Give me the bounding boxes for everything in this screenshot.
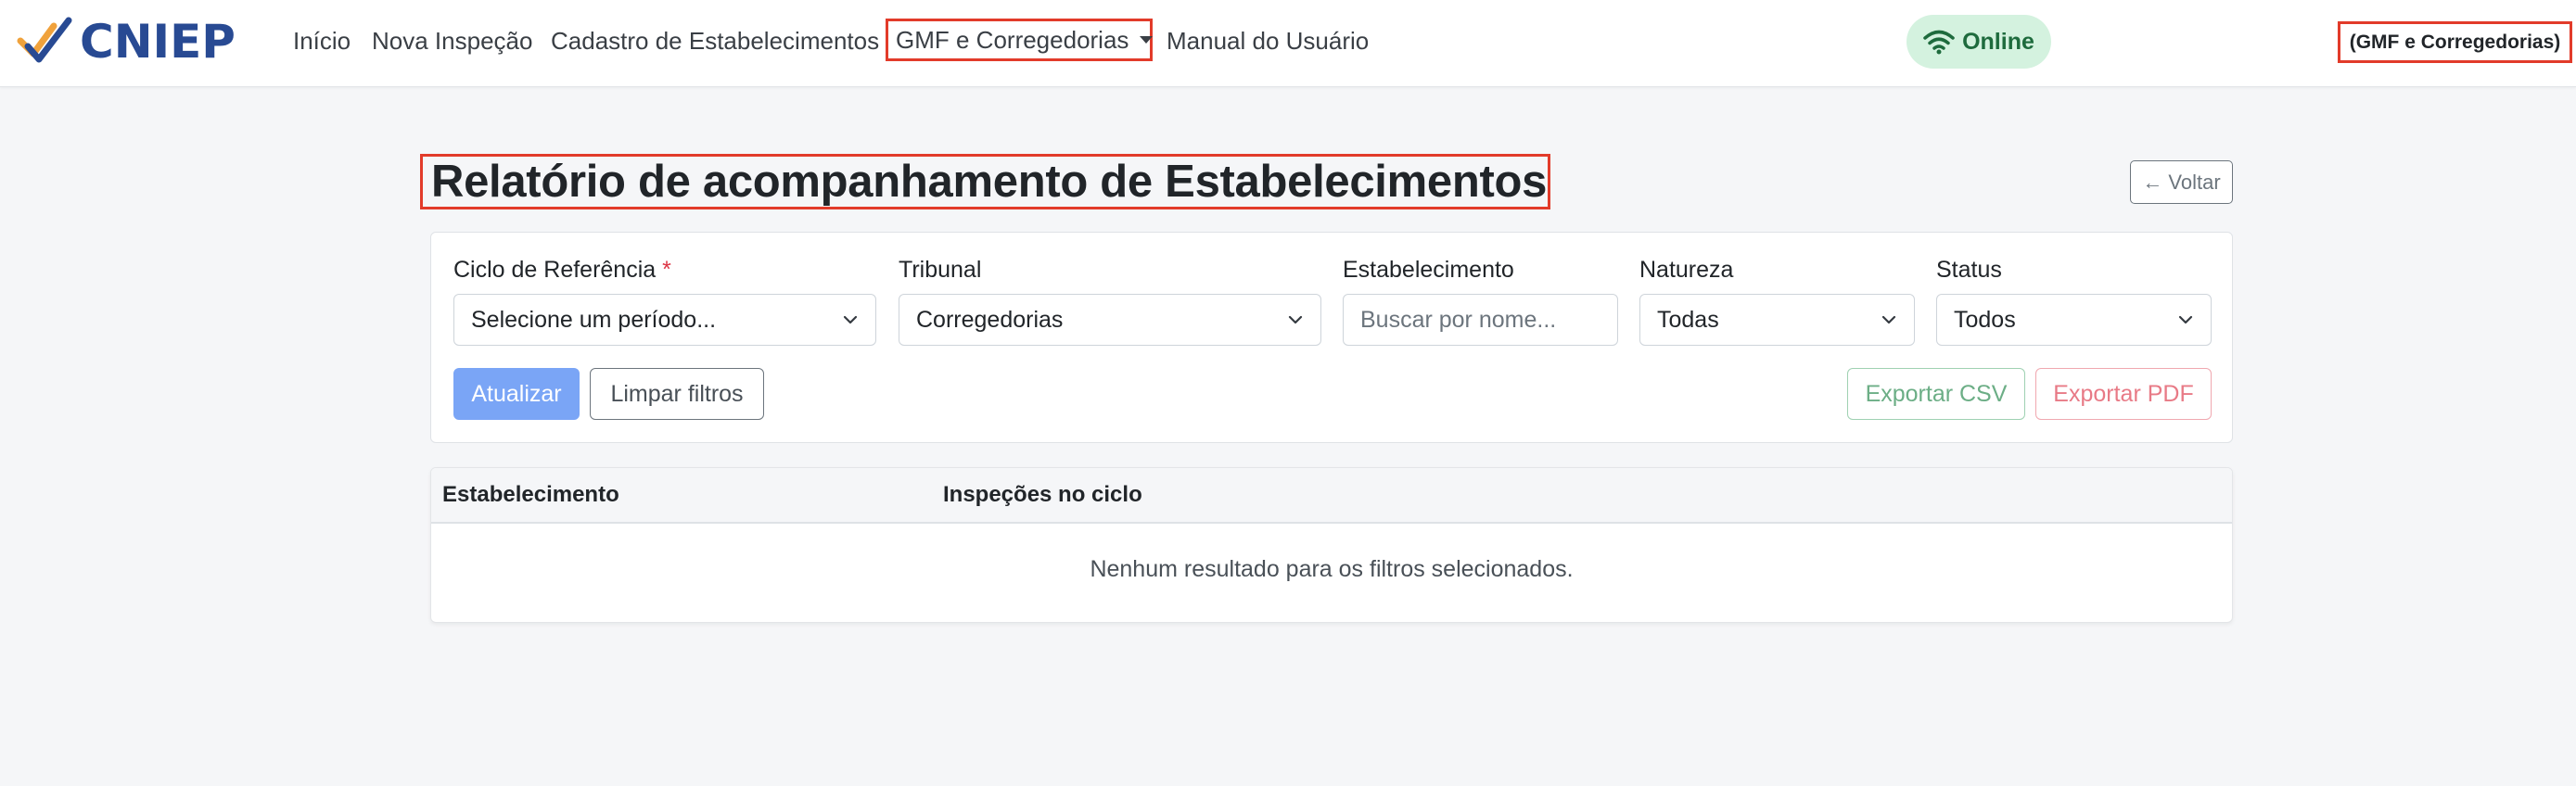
nav-link-manual[interactable]: Manual do Usuário [1167,24,1369,57]
table-header: Estabelecimento Inspeções no ciclo [431,468,2232,524]
ciclo-label: Ciclo de Referência * [453,257,671,284]
page-title-container: Relatório de acompanhamento de Estabelec… [420,154,1550,209]
clear-filters-button[interactable]: Limpar filtros [590,368,764,420]
brand-logo[interactable]: CNIEP [17,13,236,70]
tribunal-select-value: Corregedorias [916,306,1064,333]
online-status-label: Online [1962,28,2034,55]
chevron-down-icon [2178,315,2193,324]
chevron-down-icon [1288,315,1303,324]
results-table: Estabelecimento Inspeções no ciclo Nenhu… [430,467,2233,623]
ciclo-label-text: Ciclo de Referência [453,257,657,283]
caret-down-icon [1140,36,1154,44]
user-role-label: (GMF e Corregedorias) [2349,31,2561,53]
back-button[interactable]: ← Voltar [2130,160,2233,204]
tribunal-label: Tribunal [899,257,982,283]
status-select-value: Todos [1954,306,2016,333]
natureza-label: Natureza [1639,257,1734,283]
required-mark: * [662,257,671,283]
estabelecimento-search-input[interactable]: Buscar por nome... [1343,294,1618,346]
ciclo-select-value: Selecione um período... [471,306,717,333]
filters-card: Ciclo de Referência * Selecione um perío… [430,232,2233,443]
page-title: Relatório de acompanhamento de Estabelec… [431,157,1548,207]
column-header-estabelecimento[interactable]: Estabelecimento [442,482,619,508]
nav-link-cadastro-estabelecimentos[interactable]: Cadastro de Estabelecimentos [551,24,879,57]
online-status-badge: Online [1906,15,2051,69]
nav-link-nova-inspecao[interactable]: Nova Inspeção [372,24,532,57]
chevron-down-icon [843,315,858,324]
export-csv-button[interactable]: Exportar CSV [1847,368,2025,420]
chevron-down-icon [1881,315,1896,324]
export-pdf-button[interactable]: Exportar PDF [2035,368,2212,420]
user-role-indicator[interactable]: (GMF e Corregedorias) [2338,21,2572,63]
ciclo-select[interactable]: Selecione um período... [453,294,876,346]
empty-state-message: Nenhum resultado para os filtros selecio… [1090,556,1574,582]
update-button[interactable]: Atualizar [453,368,580,420]
top-navbar: CNIEP Início Nova Inspeção Cadastro de E… [0,0,2576,87]
brand-name: CNIEP [80,15,236,69]
estabelecimento-label: Estabelecimento [1343,257,1514,283]
nav-dropdown-gmf-corregedorias[interactable]: GMF e Corregedorias [886,19,1154,61]
status-label: Status [1936,257,2002,283]
checkmark-logo-icon [17,17,72,63]
natureza-select[interactable]: Todas [1639,294,1915,346]
nav-link-inicio[interactable]: Início [293,24,351,57]
status-select[interactable]: Todos [1936,294,2212,346]
natureza-select-value: Todas [1657,306,1719,333]
column-header-inspecoes[interactable]: Inspeções no ciclo [943,482,1142,508]
tribunal-select[interactable]: Corregedorias [899,294,1321,346]
nav-dropdown-label: GMF e Corregedorias [896,25,1129,54]
wifi-icon [1923,30,1955,55]
estabelecimento-placeholder: Buscar por nome... [1360,306,1557,333]
